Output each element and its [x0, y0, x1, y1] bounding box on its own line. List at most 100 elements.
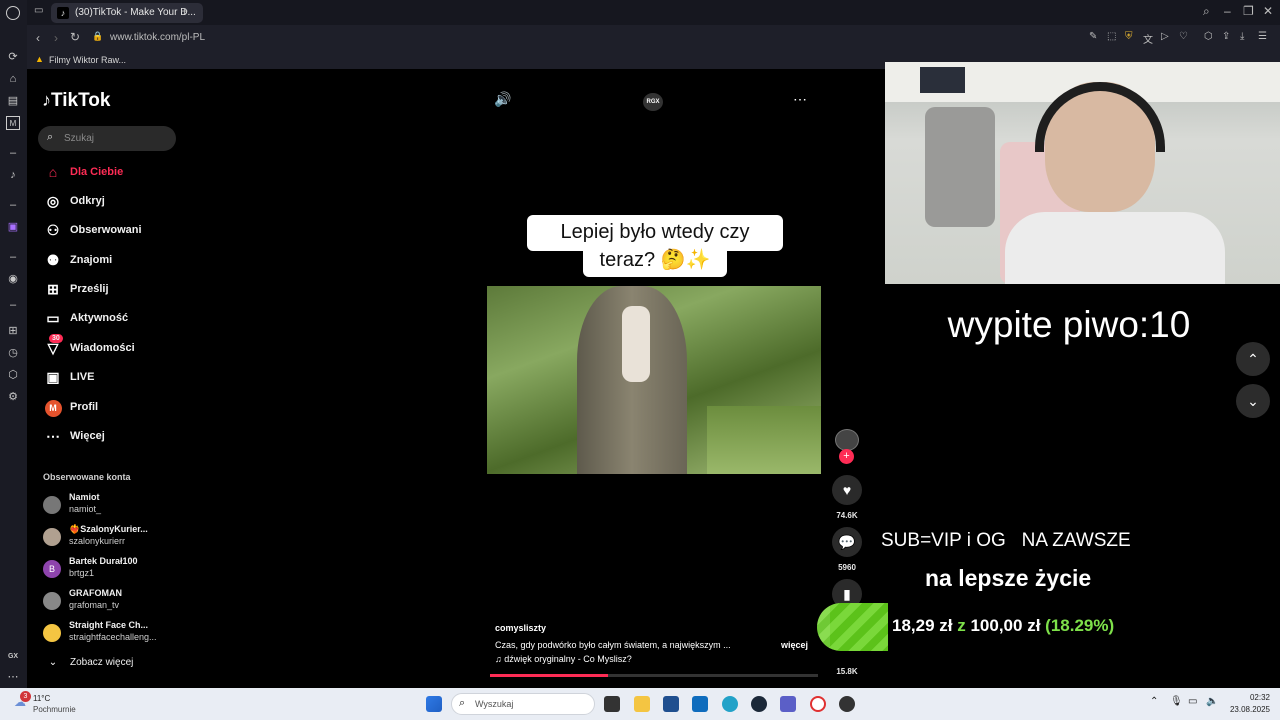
- comment-count: 5960: [838, 563, 856, 572]
- share-icon[interactable]: ⇪: [1222, 31, 1230, 42]
- refresh-circle-icon[interactable]: ⟳: [6, 50, 20, 64]
- nav-friends[interactable]: ⚉ Znajomi: [43, 249, 112, 271]
- video-author[interactable]: comysliszty: [495, 623, 546, 633]
- minimize-icon[interactable]: –: [1224, 4, 1231, 18]
- search-tabs-icon[interactable]: ⌕: [1203, 4, 1210, 19]
- twitch-icon[interactable]: ▣: [6, 220, 20, 234]
- tiktok-rail-icon[interactable]: ♪: [6, 168, 20, 182]
- tray-chevron-icon[interactable]: ⌃: [1150, 696, 1158, 707]
- chevron-up-icon: ⌃: [1247, 351, 1259, 367]
- search-input[interactable]: ⌕ Szukaj: [38, 126, 176, 151]
- goal-progress-fill: [817, 603, 830, 651]
- nav-messages[interactable]: ▽ Wiadomości 30: [43, 334, 135, 359]
- scroll-down-button[interactable]: ⌄: [1236, 384, 1270, 418]
- video-more-icon[interactable]: ⋯: [793, 91, 807, 108]
- search-icon: ⌕: [47, 131, 54, 143]
- apps-icon[interactable]: ⊞: [6, 324, 20, 338]
- weather-temp: 11°C: [33, 694, 51, 703]
- comment-icon[interactable]: 💬: [832, 527, 862, 557]
- shield-icon[interactable]: ⛨: [1125, 31, 1133, 42]
- video-player[interactable]: [487, 286, 821, 474]
- news-icon[interactable]: ▤: [6, 94, 20, 108]
- workspace-icon[interactable]: ⌂: [6, 72, 20, 86]
- store-icon[interactable]: [663, 696, 679, 712]
- follow-plus-icon[interactable]: +: [839, 449, 854, 464]
- extensions-icon[interactable]: ⬡: [6, 368, 20, 382]
- nav-live[interactable]: ▣ LIVE: [43, 366, 94, 388]
- pin-icon[interactable]: ✎: [1089, 31, 1097, 42]
- video-description: Czas, gdy podwórko było całym światem, a…: [495, 640, 731, 650]
- see-more-link[interactable]: ⌄ Zobacz więcej: [43, 651, 134, 673]
- new-tab-icon[interactable]: +: [181, 4, 188, 18]
- task-view-icon[interactable]: [604, 696, 620, 712]
- share-count: 15.8K: [836, 667, 858, 676]
- person-shirt: [1005, 212, 1225, 284]
- teams-icon[interactable]: [780, 696, 796, 712]
- nav-upload[interactable]: ⊞ Prześlij: [43, 278, 108, 300]
- m-app-icon[interactable]: M: [6, 116, 20, 130]
- reload-icon[interactable]: ↻: [70, 30, 80, 44]
- outlook-icon[interactable]: [692, 696, 708, 712]
- sub-info: SUB=VIP i OG NA ZAWSZE: [881, 530, 1131, 551]
- restore-icon[interactable]: ❐: [1243, 4, 1254, 18]
- weather-badge: 3: [20, 691, 31, 702]
- more-link[interactable]: więcej: [781, 640, 808, 650]
- player-icon[interactable]: ◉: [6, 272, 20, 286]
- scroll-up-button[interactable]: ⌃: [1236, 342, 1270, 376]
- video-progress-fill: [490, 674, 609, 677]
- tiktok-favicon-icon: ♪: [57, 7, 69, 19]
- nav-profile[interactable]: M Profil: [43, 396, 98, 418]
- history-icon[interactable]: ◷: [6, 346, 20, 360]
- nav-more[interactable]: ⋯ Więcej: [43, 425, 105, 447]
- gx-icon[interactable]: GX: [6, 650, 20, 664]
- like-heart-icon[interactable]: ♥: [832, 475, 862, 505]
- divider-icon: –: [9, 199, 17, 211]
- goal-title: na lepsze życie: [925, 565, 1092, 591]
- following-icon: ⚇: [46, 221, 60, 238]
- play-icon[interactable]: ▷: [1161, 31, 1169, 42]
- edge-icon[interactable]: [722, 696, 738, 712]
- opera-gx-icon[interactable]: [810, 696, 826, 712]
- live-icon: ▣: [46, 368, 60, 385]
- creator-avatar[interactable]: [835, 429, 859, 451]
- volume-tray-icon[interactable]: 🔈: [1206, 696, 1218, 707]
- volume-icon[interactable]: 🔊: [494, 91, 511, 108]
- sound-label[interactable]: ♫ dźwięk oryginalny - Co Myslisz?: [495, 654, 632, 664]
- nav-following[interactable]: ⚇ Obserwowani: [43, 219, 142, 241]
- drive-icon: ▲: [35, 54, 44, 64]
- opera-logo-icon[interactable]: [6, 6, 20, 20]
- beer-counter: wypite piwo:10: [947, 304, 1191, 345]
- menu-icon[interactable]: ☰: [1258, 31, 1267, 42]
- translate-icon[interactable]: 文: [1143, 31, 1153, 46]
- nav-activity[interactable]: ▭ Aktywność: [43, 307, 128, 329]
- url-field[interactable]: www.tiktok.com/pl-PL: [110, 32, 205, 43]
- network-icon[interactable]: ▭: [1188, 696, 1197, 707]
- avatar: B: [43, 560, 61, 578]
- creator-badge: RGX: [643, 93, 663, 111]
- taskbar-search[interactable]: ⌕ Wyszukaj: [451, 693, 595, 715]
- tab-menu-icon[interactable]: ▭: [34, 5, 43, 16]
- download-icon[interactable]: ⤓: [1240, 31, 1244, 42]
- nav-explore[interactable]: ◎ Odkryj: [43, 190, 105, 212]
- bookmark-item[interactable]: Filmy Wiktor Raw...: [49, 55, 126, 65]
- settings-gear-icon[interactable]: ⚙: [6, 390, 20, 404]
- back-icon[interactable]: ‹: [36, 31, 40, 45]
- obs-icon[interactable]: [839, 696, 855, 712]
- snapshot-icon[interactable]: ⬚: [1107, 31, 1116, 42]
- tiktok-page: ♪TikTok ⌕ Szukaj ⌂ Dla Ciebie ◎ Odkryj ⚇ Ob…: [27, 69, 885, 688]
- grass: [707, 406, 821, 474]
- microphone-icon[interactable]: 🎙: [1170, 696, 1183, 707]
- file-explorer-icon[interactable]: [634, 696, 650, 712]
- clock-date[interactable]: 23.08.2025: [1222, 705, 1270, 714]
- windows-start-icon[interactable]: [426, 696, 442, 712]
- steam-icon[interactable]: [751, 696, 767, 712]
- heart-icon[interactable]: ♡: [1179, 31, 1188, 42]
- cube-icon[interactable]: ⬡: [1204, 31, 1213, 42]
- video-progress[interactable]: [490, 674, 818, 677]
- nav-for-you[interactable]: ⌂ Dla Ciebie: [43, 161, 123, 183]
- close-window-icon[interactable]: ✕: [1263, 4, 1273, 18]
- clock-time[interactable]: 02:32: [1226, 693, 1270, 702]
- like-count: 74.6K: [836, 511, 858, 520]
- more-dots-icon[interactable]: ⋯: [6, 670, 20, 684]
- tiktok-logo[interactable]: ♪TikTok: [42, 90, 110, 112]
